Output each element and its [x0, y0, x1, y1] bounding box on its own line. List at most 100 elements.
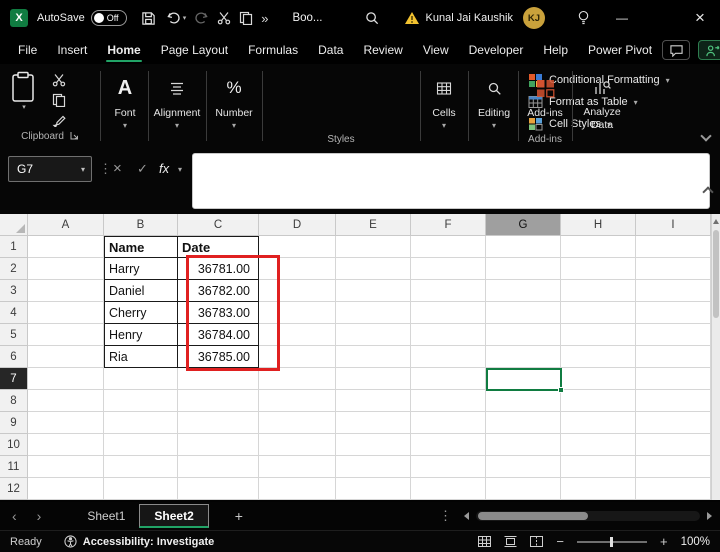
- cell-D1[interactable]: [259, 236, 336, 258]
- alignment-group-button[interactable]: Alignment ▾: [150, 64, 204, 148]
- cell-D6[interactable]: [259, 346, 336, 368]
- cell-F4[interactable]: [411, 302, 486, 324]
- insert-function-button[interactable]: fx: [159, 161, 169, 176]
- sheet-prev-icon[interactable]: ‹: [8, 508, 21, 524]
- zoom-out-button[interactable]: −: [556, 534, 564, 549]
- cell-C6[interactable]: 36785.00: [178, 346, 259, 368]
- cell-C9[interactable]: [178, 412, 259, 434]
- cell-G4[interactable]: [486, 302, 561, 324]
- cell-G7[interactable]: [486, 368, 561, 390]
- clipboard-dialog-launcher-icon[interactable]: [70, 127, 79, 145]
- cell-H1[interactable]: [561, 236, 636, 258]
- row-header-8[interactable]: 8: [0, 390, 28, 412]
- scroll-right-icon[interactable]: [707, 512, 712, 520]
- menu-developer[interactable]: Developer: [459, 36, 534, 64]
- cell-I8[interactable]: [636, 390, 711, 412]
- collapse-ribbon-icon[interactable]: [700, 130, 711, 141]
- cell-G9[interactable]: [486, 412, 561, 434]
- cell-E8[interactable]: [336, 390, 411, 412]
- horizontal-scrollbar[interactable]: [476, 511, 700, 521]
- number-group-button[interactable]: % Number ▾: [208, 64, 260, 148]
- cell-F2[interactable]: [411, 258, 486, 280]
- cell-A2[interactable]: [28, 258, 104, 280]
- cell-D3[interactable]: [259, 280, 336, 302]
- cell-E7[interactable]: [336, 368, 411, 390]
- cell-B11[interactable]: [104, 456, 178, 478]
- column-header-B[interactable]: B: [104, 214, 178, 236]
- lightbulb-icon[interactable]: [577, 10, 590, 26]
- column-header-D[interactable]: D: [259, 214, 336, 236]
- cell-H9[interactable]: [561, 412, 636, 434]
- cell-F11[interactable]: [411, 456, 486, 478]
- paste-button[interactable]: ▾: [10, 71, 36, 111]
- name-box-dropdown-icon[interactable]: ▾: [81, 165, 91, 174]
- scroll-up-icon[interactable]: [713, 219, 719, 224]
- page-break-view-icon[interactable]: [530, 536, 543, 547]
- cell-F6[interactable]: [411, 346, 486, 368]
- copy-ribbon-icon[interactable]: [52, 93, 66, 107]
- row-header-11[interactable]: 11: [0, 456, 28, 478]
- cell-D11[interactable]: [259, 456, 336, 478]
- cell-H12[interactable]: [561, 478, 636, 500]
- cell-H8[interactable]: [561, 390, 636, 412]
- cell-C3[interactable]: 36782.00: [178, 280, 259, 302]
- cell-F9[interactable]: [411, 412, 486, 434]
- warning-icon[interactable]: [404, 11, 420, 25]
- cell-A4[interactable]: [28, 302, 104, 324]
- cell-B9[interactable]: [104, 412, 178, 434]
- cell-C10[interactable]: [178, 434, 259, 456]
- menu-data[interactable]: Data: [308, 36, 353, 64]
- addins-button[interactable]: Add-ins: [520, 64, 570, 119]
- undo-dropdown-icon[interactable]: ▾: [183, 14, 187, 22]
- cell-I5[interactable]: [636, 324, 711, 346]
- zoom-level[interactable]: 100%: [681, 536, 710, 548]
- row-header-12[interactable]: 12: [0, 478, 28, 500]
- cell-D10[interactable]: [259, 434, 336, 456]
- paste-dropdown-icon[interactable]: ▾: [22, 103, 26, 111]
- tab-options-icon[interactable]: ⋮: [439, 508, 452, 524]
- row-header-5[interactable]: 5: [0, 324, 28, 346]
- accessibility-status[interactable]: Accessibility: Investigate: [83, 536, 214, 548]
- row-header-3[interactable]: 3: [0, 280, 28, 302]
- cell-D12[interactable]: [259, 478, 336, 500]
- cell-B10[interactable]: [104, 434, 178, 456]
- menu-review[interactable]: Review: [353, 36, 412, 64]
- cell-E5[interactable]: [336, 324, 411, 346]
- menu-home[interactable]: Home: [97, 36, 150, 64]
- cell-G6[interactable]: [486, 346, 561, 368]
- menu-insert[interactable]: Insert: [47, 36, 97, 64]
- cell-D2[interactable]: [259, 258, 336, 280]
- zoom-in-button[interactable]: +: [660, 534, 668, 549]
- cell-H6[interactable]: [561, 346, 636, 368]
- cell-I6[interactable]: [636, 346, 711, 368]
- select-all-corner[interactable]: [0, 214, 28, 236]
- cell-A11[interactable]: [28, 456, 104, 478]
- cell-A7[interactable]: [28, 368, 104, 390]
- cell-G11[interactable]: [486, 456, 561, 478]
- cell-G3[interactable]: [486, 280, 561, 302]
- menu-formulas[interactable]: Formulas: [238, 36, 308, 64]
- column-header-A[interactable]: A: [28, 214, 104, 236]
- minimize-button[interactable]: —: [612, 6, 632, 30]
- cancel-icon[interactable]: ×: [113, 160, 122, 177]
- sheet-next-icon[interactable]: ›: [33, 508, 46, 524]
- cell-E3[interactable]: [336, 280, 411, 302]
- cell-B3[interactable]: Daniel: [104, 280, 178, 302]
- cell-A12[interactable]: [28, 478, 104, 500]
- column-header-H[interactable]: H: [561, 214, 636, 236]
- cell-B4[interactable]: Cherry: [104, 302, 178, 324]
- cell-A10[interactable]: [28, 434, 104, 456]
- cell-G5[interactable]: [486, 324, 561, 346]
- row-header-1[interactable]: 1: [0, 236, 28, 258]
- cell-F8[interactable]: [411, 390, 486, 412]
- cell-H5[interactable]: [561, 324, 636, 346]
- cell-H11[interactable]: [561, 456, 636, 478]
- cell-I1[interactable]: [636, 236, 711, 258]
- cell-E9[interactable]: [336, 412, 411, 434]
- quick-access-overflow-icon[interactable]: »: [261, 11, 268, 26]
- cell-I2[interactable]: [636, 258, 711, 280]
- status-mode[interactable]: Ready: [10, 536, 42, 548]
- cell-D9[interactable]: [259, 412, 336, 434]
- cell-E4[interactable]: [336, 302, 411, 324]
- cell-H10[interactable]: [561, 434, 636, 456]
